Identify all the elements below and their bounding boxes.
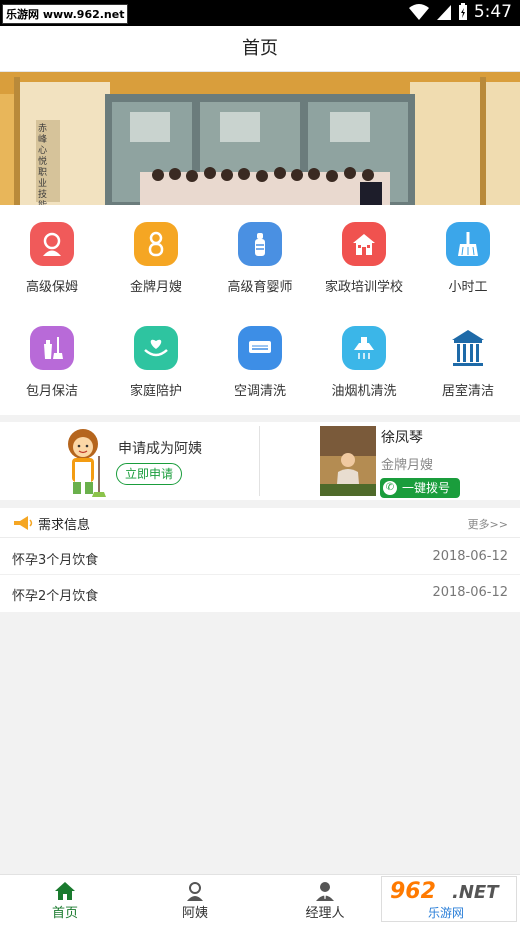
apply-title: 申请成为阿姨 [118, 441, 202, 457]
phone-icon: ✆ [383, 481, 397, 495]
status-icons: 5:47 [408, 2, 512, 22]
apply-card[interactable]: 申请成为阿姨 立即申请 [0, 422, 259, 500]
more-link[interactable]: 更多>> [468, 516, 508, 532]
banner-sign: 赤峰心悦职业技能 [38, 124, 48, 205]
school-icon [342, 222, 386, 266]
service-label: 家庭陪护 [129, 384, 182, 399]
demand-section: 需求信息 更多>> 怀孕3个月饮食 2018-06-12 怀孕2个月饮食 201… [0, 508, 520, 612]
app-header: 首页 [0, 26, 520, 72]
item-title: 怀孕2个月饮食 [12, 589, 99, 604]
one-click-call-button[interactable]: ✆ 一键拨号 [380, 478, 460, 498]
service-label: 油烟机清洗 [331, 384, 397, 399]
worker-title: 金牌月嫂 [381, 458, 434, 473]
page-title: 首页 [242, 38, 278, 59]
service-label: 空调清洗 [233, 384, 286, 399]
list-item[interactable]: 怀孕2个月饮食 2018-06-12 [0, 576, 520, 611]
watermark-net: .NET [452, 882, 499, 903]
service-label: 高级育婴师 [227, 280, 293, 295]
call-button-label: 一键拨号 [402, 481, 451, 495]
megaphone-icon [14, 516, 33, 530]
item-title: 怀孕3个月饮食 [12, 553, 99, 568]
service-ac-cleaning[interactable]: 空调清洗 [208, 326, 312, 399]
tab-manager[interactable]: 经理人 [260, 875, 390, 925]
range-hood-icon [342, 326, 386, 370]
tab-label: 阿姨 [181, 906, 208, 921]
demand-title: 需求信息 [38, 518, 91, 533]
status-bar: 乐游网 www.962.net 5:47 [0, 0, 520, 26]
building-icon [446, 326, 490, 370]
service-home-companion[interactable]: 家庭陪护 [104, 326, 208, 399]
corner-watermark-logo: 962 .NET 乐游网 [381, 876, 517, 922]
item-date: 2018-06-12 [432, 585, 508, 600]
tab-label: 经理人 [305, 906, 345, 921]
tab-label: 首页 [51, 906, 78, 921]
promo-row: 申请成为阿姨 立即申请 徐凤琴 金牌月嫂 ✆ 一键拨号 [0, 422, 520, 500]
nanny-tab-icon [187, 882, 203, 901]
service-grid: 高级保姆 金牌月嫂 高级育婴师 家政培训学校 小时工 包月保洁 家庭陪护 空调清… [0, 205, 520, 415]
service-monthly-cleaning[interactable]: 包月保洁 [0, 326, 104, 399]
service-label: 家政培训学校 [324, 280, 403, 295]
clock: 5:47 [473, 2, 512, 22]
item-date: 2018-06-12 [432, 549, 508, 564]
banner-carousel[interactable]: 赤峰心悦职业技能 [0, 72, 520, 205]
top-watermark: 乐游网 www.962.net [2, 4, 129, 24]
air-conditioner-icon [238, 326, 282, 370]
worker-avatar [320, 426, 376, 496]
wifi-icon [408, 4, 429, 20]
service-senior-nanny[interactable]: 高级保姆 [0, 222, 104, 295]
maternity-icon [134, 222, 178, 266]
service-label: 居室清洁 [441, 384, 494, 399]
service-infant-care[interactable]: 高级育婴师 [208, 222, 312, 295]
watermark-number: 962 [390, 879, 436, 904]
auntie-cartoon-icon [68, 429, 106, 497]
home-icon [55, 882, 75, 900]
banner-image [0, 72, 520, 205]
service-label: 小时工 [448, 280, 488, 295]
cleaning-icon [30, 326, 74, 370]
manager-icon [316, 882, 334, 901]
list-item[interactable]: 怀孕3个月饮食 2018-06-12 [0, 540, 520, 575]
demand-header: 需求信息 更多>> [0, 508, 520, 538]
service-gold-maternity[interactable]: 金牌月嫂 [104, 222, 208, 295]
battery-icon [458, 3, 467, 20]
tab-auntie[interactable]: 阿姨 [130, 875, 260, 925]
broom-icon [446, 222, 490, 266]
apply-now-button[interactable]: 立即申请 [116, 463, 183, 485]
signal-icon [436, 5, 451, 20]
service-training-school[interactable]: 家政培训学校 [312, 222, 416, 295]
heart-hands-icon [134, 326, 178, 370]
watermark-sub: 乐游网 [428, 906, 465, 920]
service-label: 金牌月嫂 [129, 280, 182, 295]
service-label: 高级保姆 [25, 280, 78, 295]
service-hourly-worker[interactable]: 小时工 [416, 222, 520, 295]
worker-name: 徐凤琴 [381, 430, 423, 446]
tab-home[interactable]: 首页 [0, 875, 130, 925]
service-room-cleaning[interactable]: 居室清洁 [416, 326, 520, 399]
service-range-hood-cleaning[interactable]: 油烟机清洗 [312, 326, 416, 399]
baby-bottle-icon [238, 222, 282, 266]
service-label: 包月保洁 [25, 384, 78, 399]
nanny-icon [30, 222, 74, 266]
